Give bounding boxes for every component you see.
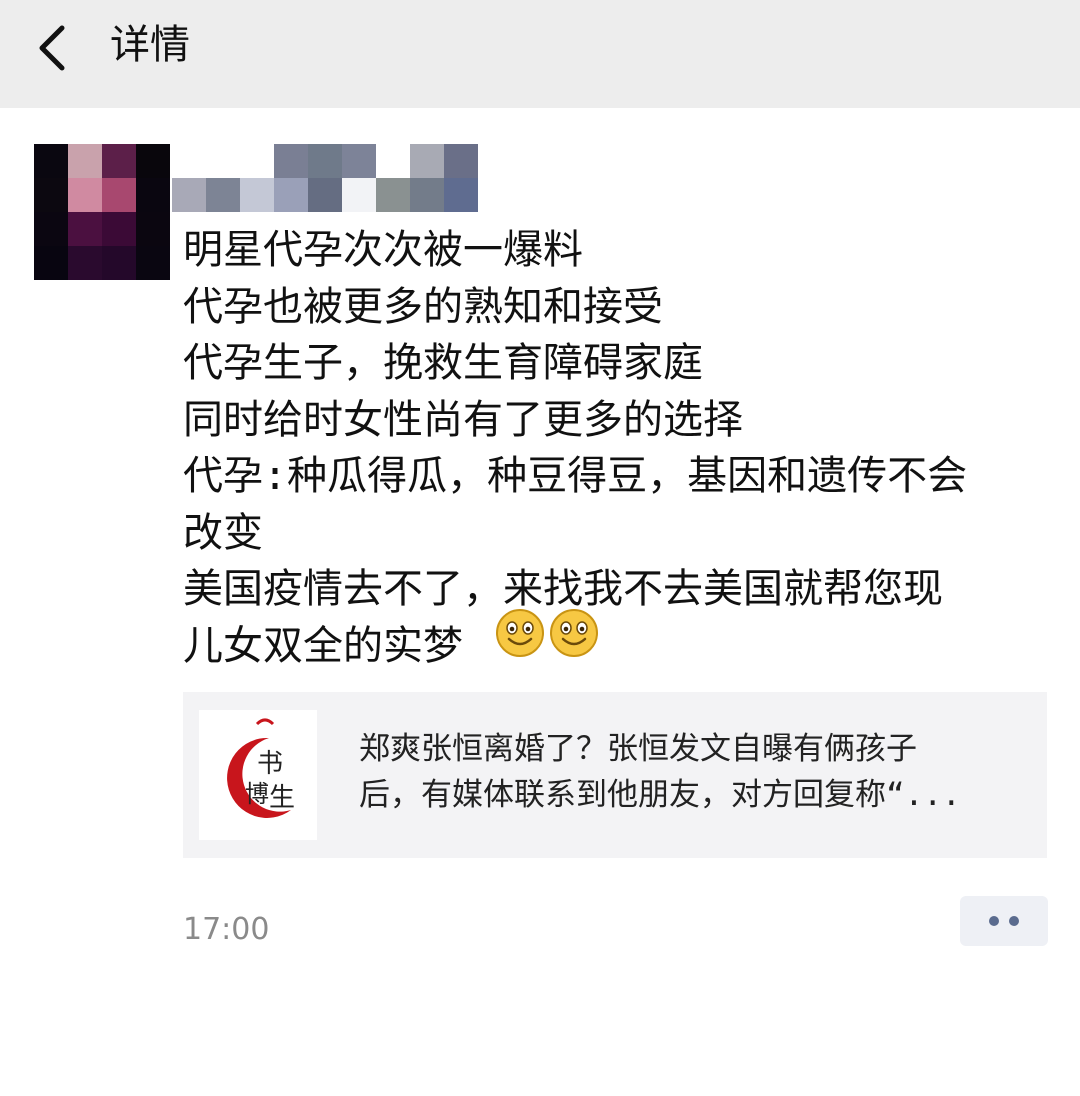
logo-icon: 书 博 生 (227, 718, 295, 818)
post-line: 明星代孕次次被一爆料 (183, 227, 583, 273)
emoji-group (495, 608, 599, 658)
avatar[interactable] (34, 144, 170, 280)
post-line: 同时给时女性尚有了更多的选择 (183, 396, 743, 443)
post-line: 改变 (183, 509, 263, 556)
post-line: 代孕生子，挽救生育障碍家庭 (183, 340, 703, 386)
more-dots-icon (989, 916, 999, 926)
link-title-line: 后，有媒体联系到他朋友，对方回复称“... (359, 777, 961, 813)
more-actions-button[interactable] (960, 896, 1048, 946)
post-line: 代孕:种瓜得瓜，种豆得豆，基因和遗传不会 (183, 453, 968, 499)
page-title: 详情 (110, 22, 190, 68)
back-button[interactable] (28, 20, 84, 76)
smile-emoji-icon (550, 609, 598, 657)
link-thumbnail: 书 博 生 (199, 710, 317, 840)
chevron-left-icon (39, 25, 65, 71)
svg-text:书: 书 (257, 749, 283, 779)
shared-link-card[interactable]: 书 博 生 郑爽张恒离婚了？张恒发文自曝有俩孩子 后，有媒体联系到他朋友，对方回… (183, 692, 1047, 858)
svg-text:博: 博 (245, 780, 269, 808)
top-nav-bar: 详情 (0, 0, 1080, 108)
nickname-pixelated[interactable] (172, 144, 482, 212)
timestamp: 17:00 (183, 912, 270, 947)
post-text: 明星代孕次次被一爆料 代孕也被更多的熟知和接受 代孕生子，挽救生育障碍家庭 同时… (183, 222, 1053, 674)
link-title-line: 郑爽张恒离婚了？张恒发文自曝有俩孩子 (359, 731, 917, 767)
post-line: 儿女双全的实梦 (183, 622, 463, 669)
more-dots-icon (1009, 916, 1019, 926)
post-line: 美国疫情去不了，来找我不去美国就帮您现 (183, 566, 943, 612)
smile-emoji-icon (496, 609, 544, 657)
link-title: 郑爽张恒离婚了？张恒发文自曝有俩孩子 后，有媒体联系到他朋友，对方回复称“... (359, 726, 1019, 818)
svg-text:生: 生 (269, 783, 295, 813)
post-line: 代孕也被更多的熟知和接受 (183, 283, 663, 330)
